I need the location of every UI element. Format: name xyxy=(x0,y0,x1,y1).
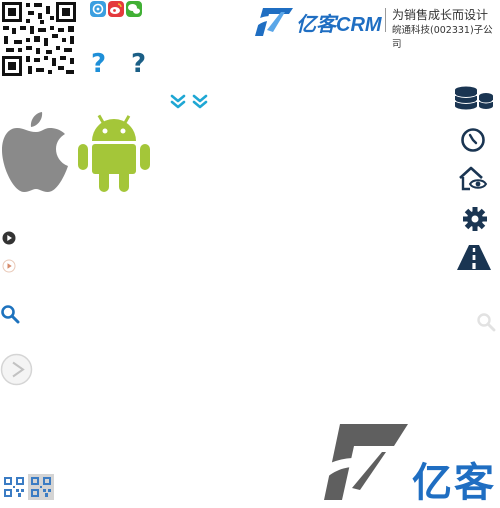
brand-mark-icon xyxy=(251,8,293,36)
weibo-sina-icon[interactable] xyxy=(108,1,124,17)
clock-icon[interactable] xyxy=(460,127,486,153)
footer-brand-text: 亿客 xyxy=(412,460,496,506)
brand-subsidiary: 皖通科技(002331)子公司 xyxy=(392,25,493,50)
qr-small-icon-active[interactable] xyxy=(28,474,54,500)
search-icon-gray[interactable] xyxy=(476,312,496,332)
apple-icon[interactable] xyxy=(2,110,70,194)
road-icon[interactable] xyxy=(456,244,492,271)
database-icon[interactable] xyxy=(454,86,494,112)
wechat-icon[interactable] xyxy=(126,1,142,17)
qr-small-icon[interactable] xyxy=(3,476,25,498)
brand-logo[interactable]: 亿客CRM 为销售成长而设计 皖通科技(002331)子公司 xyxy=(249,0,500,50)
brand-divider xyxy=(385,8,386,32)
android-icon[interactable] xyxy=(78,113,150,193)
qr-code-icon[interactable] xyxy=(0,0,78,78)
search-icon-blue[interactable] xyxy=(0,304,20,324)
help-icon-navy[interactable]: ? xyxy=(131,50,146,78)
gear-icon[interactable] xyxy=(462,206,488,232)
play-circle-large-icon[interactable] xyxy=(0,353,33,386)
brand-tagline: 为销售成长而设计 xyxy=(392,8,489,22)
brand-name: 亿客CRM xyxy=(296,14,382,36)
qr-small-active-icon xyxy=(31,477,51,497)
weibo-tencent-icon[interactable] xyxy=(90,1,106,17)
help-icon-blue[interactable]: ? xyxy=(91,50,106,78)
play-circle-light-icon[interactable] xyxy=(2,259,16,273)
home-eye-icon[interactable] xyxy=(458,166,488,192)
brand-watermark-icon xyxy=(312,424,408,500)
play-circle-dark-icon[interactable] xyxy=(2,231,16,245)
social-icons xyxy=(90,1,142,17)
double-chevron-down-icon[interactable] xyxy=(170,93,210,109)
